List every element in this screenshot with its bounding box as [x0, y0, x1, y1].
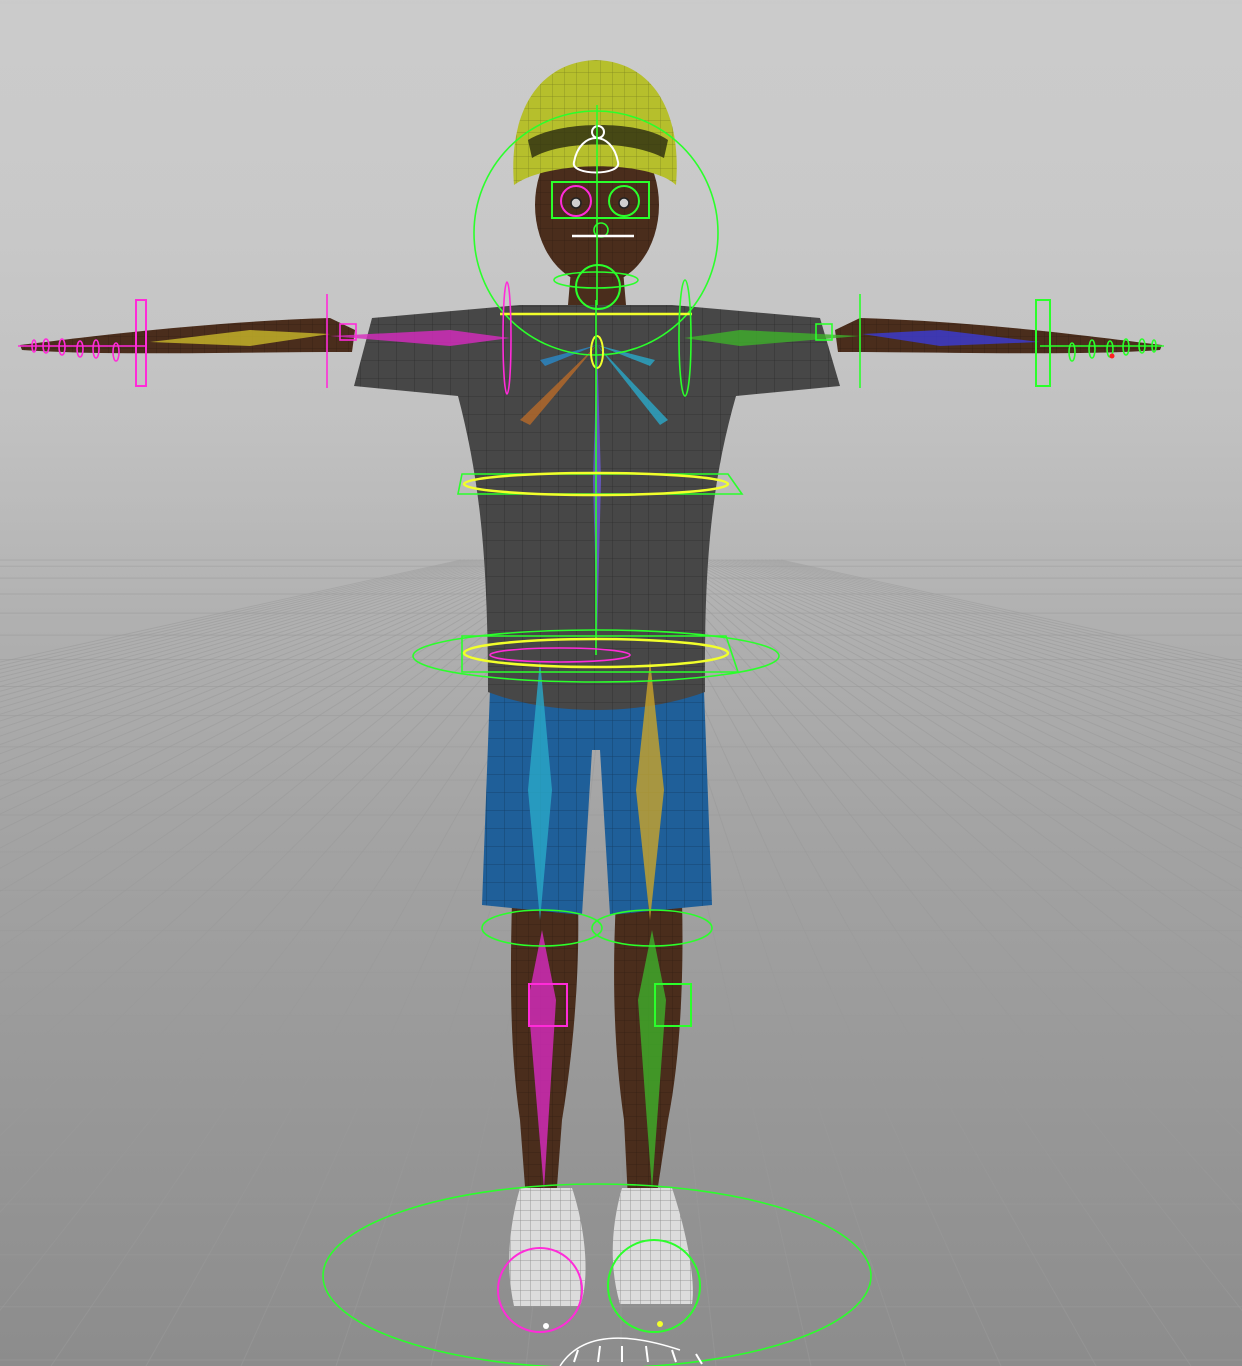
- floor-grid-line: [0, 559, 554, 849]
- floor-grid-line: [0, 559, 542, 801]
- floor-grid-line: [0, 559, 558, 869]
- floor-grid-line: [0, 559, 518, 737]
- floor-grid-line: [0, 559, 562, 892]
- shorts-wire: [482, 690, 712, 915]
- floor-grid-line: [716, 559, 1242, 755]
- floor-grid-line: [648, 559, 1242, 1312]
- ground-ticks: [573, 1345, 703, 1365]
- floor-grid-line: [684, 559, 1242, 869]
- right-foot-marker: [657, 1321, 663, 1327]
- floor-grid-line: [652, 559, 1242, 1213]
- right-eye-pupil: [618, 197, 630, 209]
- left-foot-marker: [543, 1323, 549, 1329]
- viewport-scene[interactable]: [0, 0, 1242, 1366]
- floor-grid-line: [660, 559, 1242, 1076]
- floor-grid-line: [0, 559, 478, 678]
- floor-grid-line: [0, 559, 534, 776]
- floor-grid-line: [0, 559, 474, 674]
- left-shoe-wire: [509, 1188, 586, 1306]
- right-shoe-wire: [612, 1188, 693, 1304]
- floor-grid-line: [768, 559, 1242, 674]
- floor-grid-line: [724, 559, 1242, 737]
- floor-grid-line: [708, 559, 1242, 776]
- 3d-viewport[interactable]: [0, 0, 1242, 1366]
- left-eye-pupil: [570, 197, 582, 209]
- floor-grid-line: [664, 559, 1242, 1026]
- floor-grid-line: [700, 559, 1242, 801]
- root-ground-control[interactable]: [322, 1183, 872, 1366]
- floor-grid-line: [772, 559, 1242, 670]
- floor-grid-line: [0, 559, 530, 765]
- floor-grid-line: [720, 559, 1242, 746]
- floor-grid-line: [680, 559, 1242, 892]
- floor-grid-line: [0, 559, 498, 703]
- floor-grid-line: [0, 559, 470, 670]
- floor-grid-line: [0, 559, 546, 815]
- floor-grid-line: [744, 559, 1242, 703]
- floor-grid-line: [644, 559, 1192, 1366]
- right-finger-tip-marker: [1109, 353, 1115, 359]
- floor-grid-line: [0, 559, 522, 746]
- floor-grid-line: [712, 559, 1242, 765]
- floor-grid-line: [688, 559, 1242, 849]
- floor-grid-line: [0, 559, 526, 755]
- floor-grid-line: [764, 559, 1242, 678]
- floor-grid-line: [696, 559, 1242, 815]
